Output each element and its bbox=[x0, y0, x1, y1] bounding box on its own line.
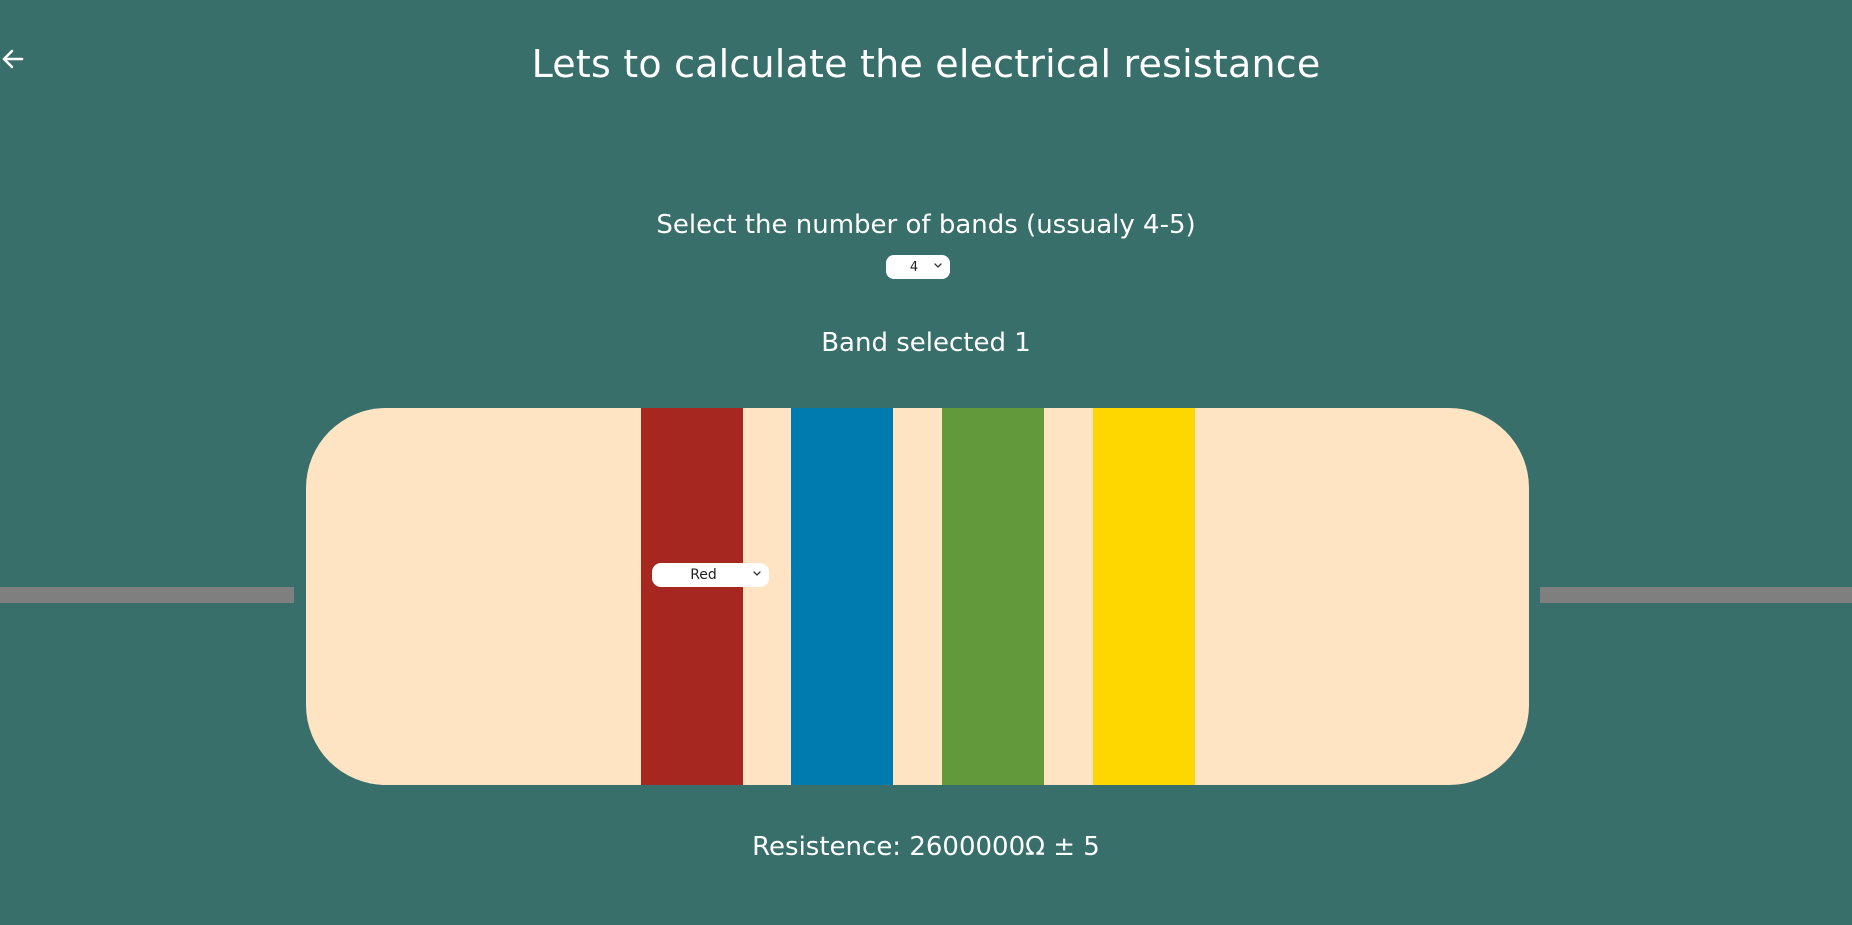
bands-count-value: 4 bbox=[909, 259, 919, 275]
resistor-lead-right bbox=[1540, 587, 1852, 603]
resistor-band-1[interactable] bbox=[641, 408, 743, 785]
band-color-select[interactable]: Red bbox=[652, 563, 769, 587]
chevron-down-icon bbox=[934, 263, 942, 268]
chevron-down-icon bbox=[753, 571, 761, 576]
page: Lets to calculate the electrical resista… bbox=[0, 0, 1852, 925]
resistor-band-2[interactable] bbox=[791, 408, 893, 785]
bands-count-select[interactable]: 4 bbox=[886, 255, 950, 279]
bands-count-label: Select the number of bands (ussualy 4-5) bbox=[656, 210, 1196, 240]
band-color-value: Red bbox=[690, 567, 717, 583]
resistor-body bbox=[306, 408, 1529, 785]
resistor-band-3[interactable] bbox=[942, 408, 1044, 785]
resistance-result: Resistence: 2600000Ω ± 5 bbox=[752, 832, 1100, 862]
band-selected-text: Band selected 1 bbox=[821, 328, 1031, 358]
page-title: Lets to calculate the electrical resista… bbox=[531, 42, 1321, 86]
resistor-lead-left bbox=[0, 587, 294, 603]
resistor-band-4[interactable] bbox=[1093, 408, 1195, 785]
